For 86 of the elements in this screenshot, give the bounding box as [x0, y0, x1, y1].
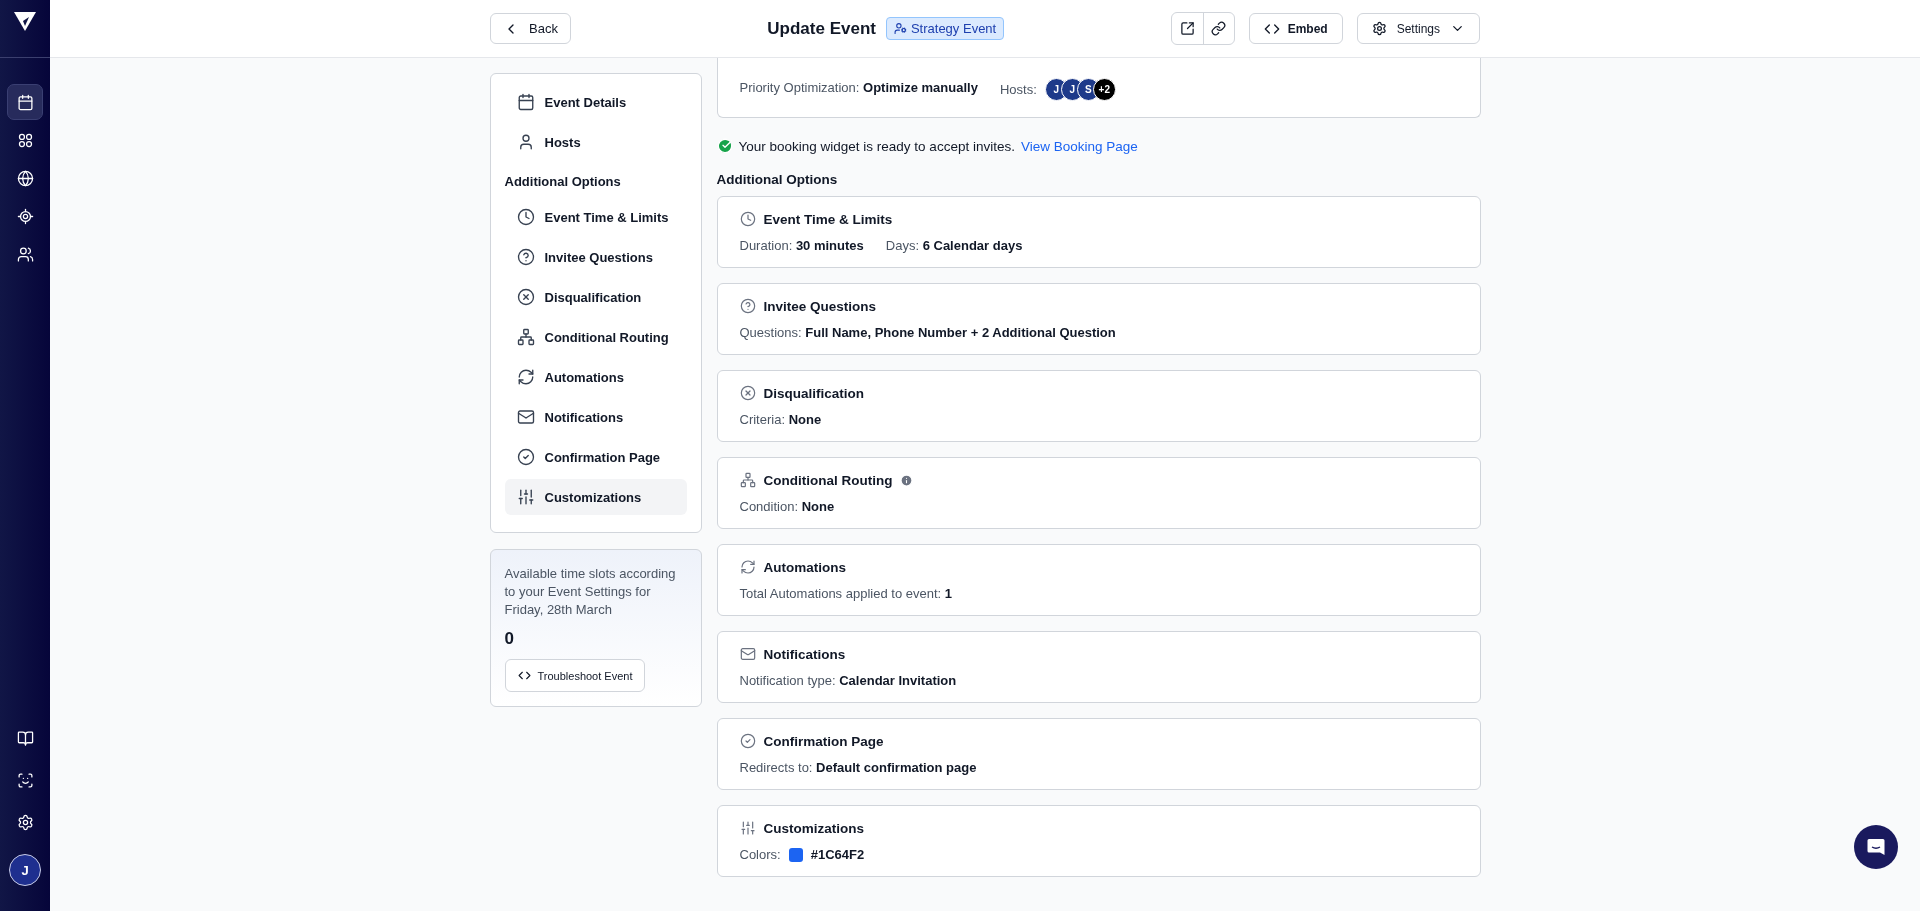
card-title: Conditional Routing [763, 472, 893, 488]
option-card[interactable]: Customizations Colors: #1C64F2 [716, 805, 1481, 877]
check-circle-icon [516, 448, 535, 466]
mail-icon [739, 646, 756, 662]
calendar-icon [516, 93, 535, 111]
field-label: Colors: [739, 847, 781, 862]
option-card[interactable]: Notifications Notification type: Calendar Invitation [716, 631, 1481, 703]
grid-icon [16, 131, 34, 149]
chat-icon [1866, 837, 1886, 857]
card-title: Event Time & Limits [763, 211, 893, 227]
nav-item[interactable]: Hosts [504, 124, 687, 160]
question-icon [516, 248, 535, 266]
card-title: Automations [763, 559, 846, 575]
branch-icon [739, 472, 756, 488]
settings-button[interactable]: Settings [1356, 13, 1480, 44]
embed-button[interactable]: Embed [1248, 13, 1343, 44]
field-text: Notification type: Calendar Invitation [739, 673, 957, 688]
field-text: Questions: Full Name, Phone Number + 2 Additional Question [739, 325, 1116, 340]
clock-icon [516, 208, 535, 226]
time-slots-count: 0 [504, 629, 515, 649]
status-message: Your booking widget is ready to accept invites. [738, 138, 1015, 154]
nav-item[interactable]: Invitee Questions [504, 239, 687, 275]
option-card[interactable]: Automations Total Automations applied to event: 1 [716, 544, 1481, 616]
x-circle-icon [516, 288, 535, 306]
event-type-badge: Strategy Event [885, 17, 1005, 40]
calendar-icon [16, 93, 34, 111]
time-slots-text: Available time slots according to your Event Settings for Friday, 28th March [504, 565, 677, 619]
troubleshoot-button[interactable]: Troubleshoot Event [504, 659, 646, 692]
field-text: Redirects to: Default confirmation page [739, 760, 977, 775]
section-heading: Additional Options [716, 172, 839, 187]
field-text: Total Automations applied to event: 1 [739, 586, 952, 601]
card-title: Invitee Questions [763, 298, 877, 314]
external-link-icon [1179, 21, 1195, 36]
question-icon [739, 298, 756, 314]
check-circle-icon [739, 733, 756, 749]
field-value: #1C64F2 [810, 847, 865, 862]
clock-icon [739, 211, 756, 227]
user-avatar[interactable]: J [9, 854, 41, 886]
field-label: Hosts: [999, 82, 1037, 97]
back-button[interactable]: Back [490, 13, 571, 44]
field-text: Days: 6 Calendar days [885, 238, 1023, 253]
refresh-icon [516, 368, 535, 386]
book-icon [16, 729, 34, 747]
field-text: Priority Optimization: Optimize manually [739, 80, 978, 95]
sliders-icon [516, 488, 535, 506]
x-circle-icon [739, 385, 756, 401]
nav-item[interactable]: Event Details [504, 84, 687, 120]
card-title: Notifications [763, 646, 846, 662]
nav-section-heading: Additional Options [504, 173, 622, 191]
page-title: Update Event [767, 18, 876, 39]
card-title: Customizations [763, 820, 864, 836]
nav-item[interactable]: Customizations [504, 479, 687, 515]
scan-icon [16, 771, 34, 789]
settings-icon [16, 813, 34, 831]
card-title: Disqualification [763, 385, 864, 401]
view-booking-link[interactable]: View Booking Page [1020, 138, 1138, 154]
settings-icon [1371, 21, 1387, 36]
logo-icon [14, 12, 36, 32]
nav-item[interactable]: Confirmation Page [504, 439, 687, 475]
option-card[interactable]: Confirmation Page Redirects to: Default confirmation page [716, 718, 1481, 790]
rail-button[interactable] [7, 84, 43, 120]
nav-item[interactable]: Conditional Routing [504, 319, 687, 355]
field-text: Criteria: None [739, 412, 822, 427]
refresh-icon [739, 559, 756, 575]
nav-item[interactable]: Event Time & Limits [504, 199, 687, 235]
option-card[interactable]: Conditional Routing Condition: None [716, 457, 1481, 529]
sliders-icon [739, 820, 756, 836]
users-icon [16, 245, 34, 263]
globe-icon [16, 169, 34, 187]
option-card[interactable]: Invitee Questions Questions: Full Name, Phone Number + 2 Additional Question [716, 283, 1481, 355]
user-gear-icon [893, 22, 907, 35]
code-icon [517, 669, 531, 682]
nav-item[interactable]: Notifications [504, 399, 687, 435]
link-icon [1211, 21, 1227, 36]
target-icon [16, 207, 34, 225]
more-hosts-badge: +2 [1092, 78, 1116, 101]
nav-item[interactable]: Disqualification [504, 279, 687, 315]
mail-icon [516, 408, 535, 426]
chat-button[interactable] [1854, 825, 1898, 869]
branch-icon [516, 328, 535, 346]
card-title: Confirmation Page [763, 733, 884, 749]
field-text: Condition: None [739, 499, 835, 514]
nav-item[interactable]: Automations [504, 359, 687, 395]
option-card[interactable]: Event Time & Limits Duration: 30 minutes Days: 6 Calendar days [716, 196, 1481, 268]
option-card[interactable]: Disqualification Criteria: None [716, 370, 1481, 442]
field-text: Duration: 30 minutes [739, 238, 864, 253]
